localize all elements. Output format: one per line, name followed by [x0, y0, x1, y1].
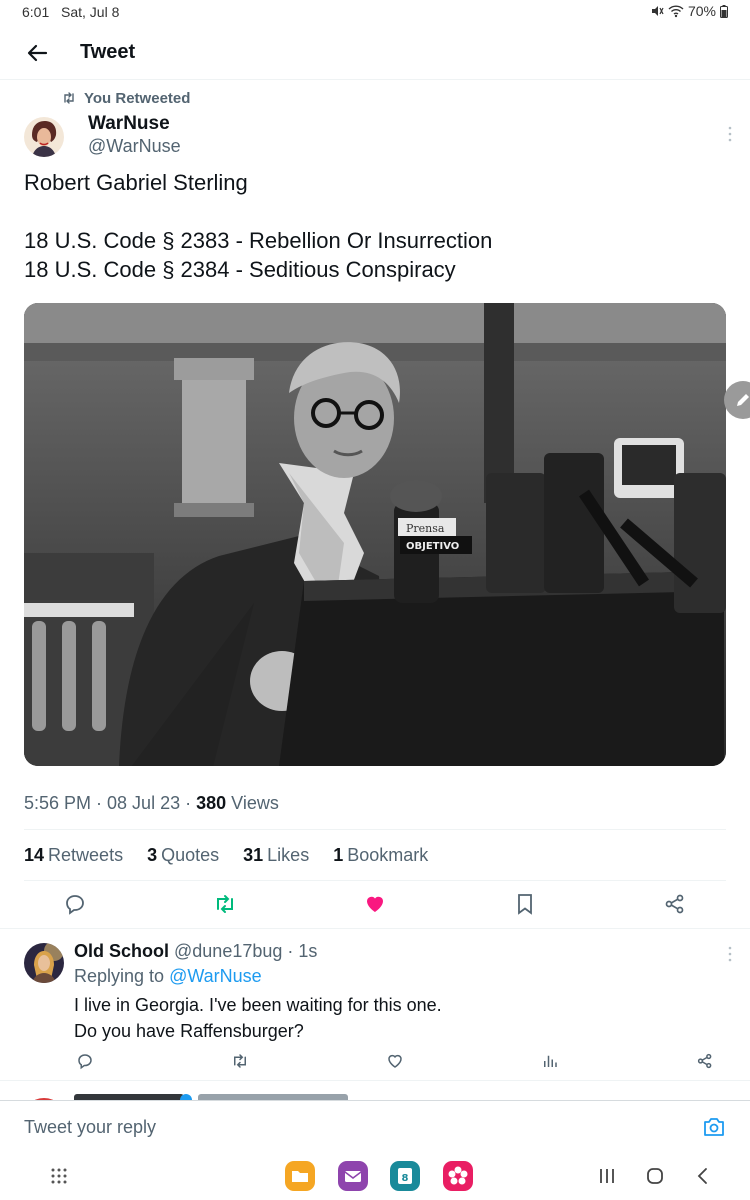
tweet-stats: 14 Retweets 3 Quotes 31 Likes 1 Bookmark: [24, 845, 428, 866]
home-icon: [647, 1168, 663, 1184]
stat-likes[interactable]: 31 Likes: [243, 845, 309, 866]
tweet-timestamp: 5:56 PM · 08 Jul 23 · 380 Views: [24, 793, 279, 814]
tweet-text: Robert Gabriel Sterling 18 U.S. Code § 2…: [24, 170, 493, 282]
mail-app-icon: [338, 1161, 368, 1191]
retweeted-label: You Retweeted: [84, 89, 191, 107]
calendar-app[interactable]: 8: [390, 1161, 420, 1191]
camera-button[interactable]: [702, 1115, 726, 1139]
home-button[interactable]: [640, 1161, 670, 1191]
grid-icon: [51, 1168, 67, 1184]
replying-to: Replying to @WarNuse: [74, 966, 262, 986]
recents-icon: [600, 1169, 614, 1183]
mute-icon: [651, 6, 664, 16]
more-icon: [728, 946, 732, 962]
retweet-icon: [64, 92, 74, 104]
avatar-image: [24, 943, 64, 983]
divider: [24, 829, 726, 830]
app-drawer-button[interactable]: [45, 1161, 75, 1191]
reply-like-button[interactable]: [386, 1052, 404, 1070]
reply-action-bar: [74, 1052, 724, 1072]
like-icon: [388, 1054, 402, 1068]
flower-app[interactable]: [443, 1161, 473, 1191]
stat-retweets[interactable]: 14 Retweets: [24, 845, 123, 866]
replying-to-handle[interactable]: @WarNuse: [169, 966, 262, 986]
tweet-more-button[interactable]: [720, 124, 740, 144]
more-icon: [728, 126, 732, 142]
chevron-left-icon: [697, 1168, 707, 1184]
tweet-action-bar: [24, 892, 726, 920]
stat-bookmarks[interactable]: 1 Bookmark: [333, 845, 428, 866]
next-reply-partial: [0, 1082, 750, 1100]
bookmark-icon: [518, 894, 532, 915]
reply-input-placeholder[interactable]: Tweet your reply: [24, 1117, 156, 1138]
analytics-icon: [544, 1055, 557, 1067]
camera-icon: [704, 1118, 724, 1136]
edit-icon: [737, 394, 749, 406]
reply-reply-button[interactable]: [76, 1052, 94, 1070]
retweet-icon: [234, 1054, 246, 1068]
next-reply-cutoff: [34, 1094, 348, 1100]
status-date: Sat, Jul 8: [61, 4, 120, 20]
email-app[interactable]: [338, 1161, 368, 1191]
author-handle[interactable]: @WarNuse: [88, 136, 181, 157]
folder-app-icon: [285, 1161, 315, 1191]
files-app[interactable]: [285, 1161, 315, 1191]
calendar-day: 8: [402, 1173, 409, 1184]
divider: [24, 880, 726, 881]
bookmark-button[interactable]: [513, 892, 537, 916]
back-arrow-icon: [27, 44, 48, 62]
retweet-icon: [217, 895, 233, 913]
reply-author-name[interactable]: Old School: [74, 941, 169, 961]
back-button[interactable]: [22, 38, 52, 68]
reply-handle-time: @dune17bug · 1s: [169, 941, 318, 961]
reply-header: Old School @dune17bug · 1s: [74, 941, 317, 962]
press-conference-photo: Prensa OBJETIVO: [24, 303, 726, 766]
reply-composer[interactable]: Tweet your reply: [0, 1100, 750, 1152]
battery-percent: 70%: [687, 3, 716, 19]
avatar-image: [24, 117, 64, 157]
reply-button[interactable]: [63, 892, 87, 916]
reply-icon: [78, 1054, 92, 1070]
stat-quotes[interactable]: 3 Quotes: [147, 845, 219, 866]
calendar-app-icon: 8: [390, 1161, 420, 1191]
status-icons: 70%: [650, 3, 728, 19]
reply-share-button[interactable]: [696, 1052, 714, 1070]
reply-retweet-button[interactable]: [231, 1052, 249, 1070]
mic-sign-objetivo: OBJETIVO: [406, 541, 459, 552]
reply-avatar[interactable]: [24, 943, 64, 983]
page-title: Tweet: [80, 41, 136, 63]
mic-sign-prensa: Prensa: [406, 522, 445, 535]
divider: [0, 1080, 750, 1081]
reply-more-button[interactable]: [720, 944, 740, 964]
status-time: 6:01: [22, 4, 50, 20]
reply-analytics-button[interactable]: [541, 1052, 559, 1070]
views-count: 380: [196, 793, 227, 813]
reply-text: I live in Georgia. I've been waiting for…: [74, 995, 442, 1041]
edit-fab[interactable]: [724, 381, 750, 419]
share-button[interactable]: [663, 892, 687, 916]
recents-button[interactable]: [592, 1161, 622, 1191]
author-avatar[interactable]: [24, 117, 64, 157]
reply-icon: [66, 895, 84, 915]
tweet-time: 5:56 PM · 08 Jul 23 ·: [24, 793, 197, 813]
views-label: Views: [226, 793, 279, 813]
share-icon: [665, 894, 684, 914]
battery-icon: [720, 4, 728, 18]
top-bar: Tweet: [0, 26, 750, 80]
flower-app-icon: [443, 1161, 473, 1191]
wifi-icon: [668, 5, 684, 18]
tweet-media-image[interactable]: Prensa OBJETIVO: [24, 303, 726, 766]
like-button[interactable]: [363, 892, 387, 916]
like-icon: [367, 896, 383, 912]
divider: [0, 928, 750, 929]
author-name[interactable]: WarNuse: [88, 113, 170, 135]
retweeted-banner: You Retweeted: [62, 88, 190, 108]
system-nav-bar: 8: [0, 1152, 750, 1200]
nav-back-button[interactable]: [688, 1161, 718, 1191]
status-bar: 6:01 Sat, Jul 8 70%: [0, 0, 750, 26]
share-icon: [697, 1053, 712, 1069]
retweet-button[interactable]: [213, 892, 237, 916]
